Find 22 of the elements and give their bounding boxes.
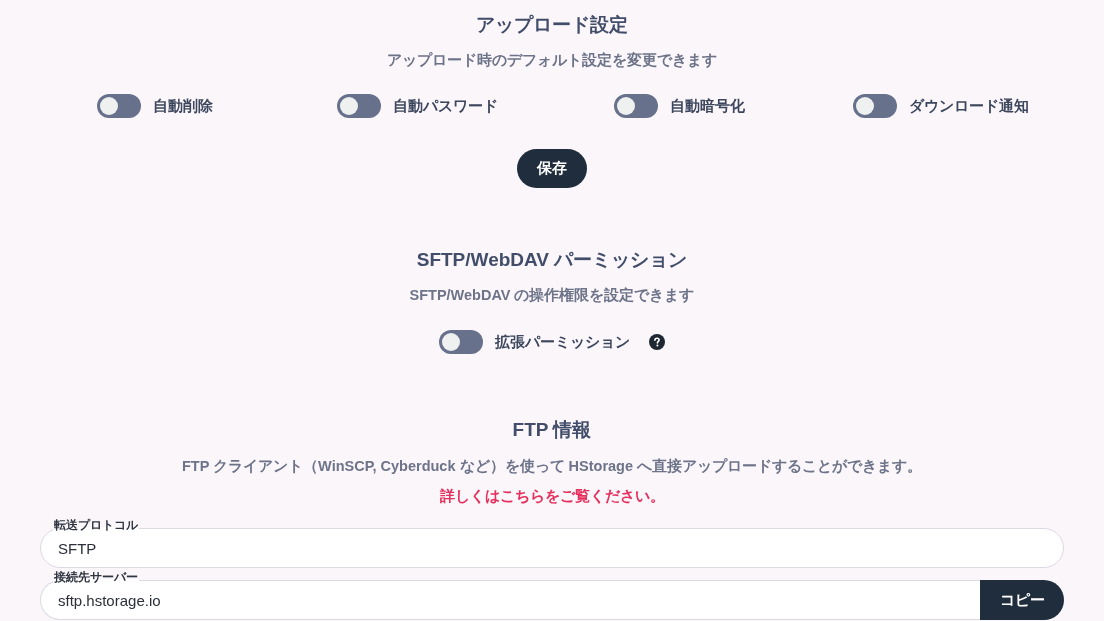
- field-label: 転送プロトコル: [53, 519, 139, 532]
- toggle-switch[interactable]: [613, 94, 658, 118]
- section-subtitle: SFTP/WebDAV の操作権限を設定できます: [409, 286, 695, 305]
- toggle-switch[interactable]: [336, 94, 381, 118]
- field-label: 接続先サーバー: [53, 571, 139, 584]
- toggle-switch[interactable]: [439, 330, 483, 354]
- section-subtitle: アップロード時のデフォルト設定を変更できます: [387, 51, 717, 70]
- toggle-label: ダウンロード通知: [909, 97, 1029, 116]
- toggle-switch[interactable]: [97, 94, 141, 118]
- toggle-switch[interactable]: [853, 94, 897, 118]
- save-button[interactable]: 保存: [517, 149, 587, 188]
- copy-button[interactable]: コピー: [980, 580, 1064, 620]
- toggle-label: 自動削除: [153, 97, 213, 116]
- details-link[interactable]: 詳しくはこちらをご覧ください。: [439, 486, 665, 506]
- section-title: アップロード設定: [476, 13, 628, 37]
- toggle-label: 自動暗号化: [669, 97, 745, 116]
- toggle-label: 自動パスワード: [392, 97, 498, 116]
- help-icon[interactable]: [649, 334, 665, 350]
- toggle-label: 拡張パーミッション: [495, 333, 630, 352]
- section-title: FTP 情報: [512, 418, 592, 442]
- section-description: FTP クライアント（WinSCP, Cyberduck など）を使って HStorage へ直接アップロードすることができます。: [181, 457, 923, 476]
- section-title: SFTP/WebDAV パーミッション: [416, 248, 688, 272]
